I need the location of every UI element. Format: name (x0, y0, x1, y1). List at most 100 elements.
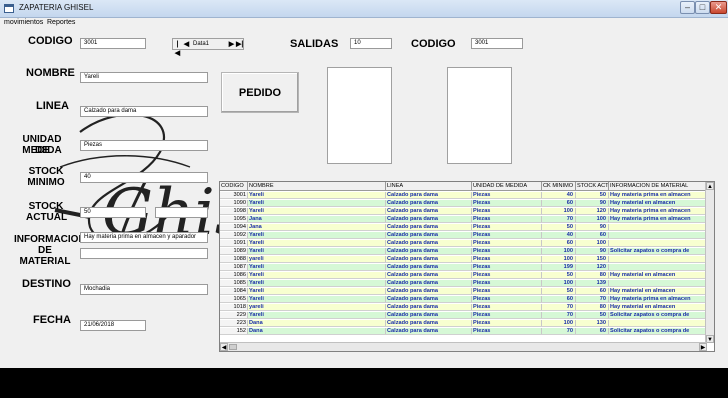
cell-stock-minimo[interactable]: 50 (542, 224, 576, 230)
cell-linea[interactable]: Calzado para dama (386, 240, 472, 246)
table-row[interactable]: 1087 Yareli Calzado para dama Piezas 199 120 (220, 264, 707, 271)
cell-codigo[interactable]: 3001 (220, 192, 248, 198)
cell-stock-actual[interactable]: 90 (576, 224, 609, 230)
table-row[interactable]: 1088 yareli Calzado para dama Piezas 100 150 (220, 256, 707, 263)
cell-unidad[interactable]: Piezas (472, 248, 542, 254)
cell-unidad[interactable]: Piezas (472, 280, 542, 286)
cell-stock-minimo[interactable]: 100 (542, 248, 576, 254)
table-row[interactable]: 3001 Yareli Calzado para dama Piezas 40 50 Hay… (220, 192, 707, 199)
cell-stock-minimo[interactable]: 50 (542, 288, 576, 294)
table-row[interactable]: 1094 Jana Calzado para dama Piezas 50 90 (220, 224, 707, 231)
cell-stock-actual[interactable]: 100 (576, 240, 609, 246)
cell-unidad[interactable]: Piezas (472, 232, 542, 238)
grid-vertical-scrollbar[interactable]: ▲ ▼ (705, 182, 714, 343)
cell-codigo[interactable]: 1095 (220, 216, 248, 222)
stock-actual-field[interactable]: 50 (80, 207, 146, 218)
scroll-thumb[interactable] (229, 344, 237, 350)
cell-linea[interactable]: Calzado para dama (386, 248, 472, 254)
cell-codigo[interactable]: 1098 (220, 208, 248, 214)
table-row[interactable]: 152 Dana Calzado para dama Piezas 70 60 Solici… (220, 328, 707, 335)
cell-stock-actual[interactable]: 80 (576, 272, 609, 278)
table-row[interactable]: 1085 Yareli Calzado para dama Piezas 100 139 (220, 280, 707, 287)
cell-linea[interactable]: Calzado para dama (386, 312, 472, 318)
cell-unidad[interactable]: Piezas (472, 200, 542, 206)
cell-linea[interactable]: Calzado para dama (386, 280, 472, 286)
cell-unidad[interactable]: Piezas (472, 304, 542, 310)
cell-stock-minimo[interactable]: 100 (542, 256, 576, 262)
table-row[interactable]: 229 Yareli Calzado para dama Piezas 70 50 Soli… (220, 312, 707, 319)
codigo-field[interactable]: 3001 (80, 38, 146, 49)
cell-nombre[interactable]: Yareli (248, 272, 386, 278)
table-row[interactable]: 1092 Yareli Calzado para dama Piezas 40 60 (220, 232, 707, 239)
next-record-button[interactable]: ▶ (228, 40, 235, 49)
cell-informacion[interactable] (609, 320, 707, 326)
cell-informacion[interactable]: Hay material en almacen (609, 304, 707, 310)
cell-unidad[interactable]: Piezas (472, 328, 542, 334)
cell-informacion[interactable]: Solicitar zapatos o compra de (609, 328, 707, 334)
column-header-stock-actual[interactable]: STOCK ACT (576, 182, 609, 190)
cell-stock-minimo[interactable]: 70 (542, 312, 576, 318)
cell-stock-actual[interactable]: 50 (576, 312, 609, 318)
cell-informacion[interactable]: Solicitar zapatos o compra de (609, 312, 707, 318)
cell-informacion[interactable]: Hay material en almacen (609, 288, 707, 294)
cell-stock-minimo[interactable]: 199 (542, 264, 576, 270)
cell-unidad[interactable]: Piezas (472, 288, 542, 294)
column-header-codigo[interactable]: CODIGO (220, 182, 248, 190)
cell-stock-actual[interactable]: 100 (576, 216, 609, 222)
cell-informacion[interactable]: Solicitar zapatos o compra de (609, 248, 707, 254)
cell-unidad[interactable]: Piezas (472, 224, 542, 230)
table-row[interactable]: 1018 yareli Calzado para dama Piezas 70 80 Hay… (220, 304, 707, 311)
cell-codigo[interactable]: 1088 (220, 256, 248, 262)
cell-stock-minimo[interactable]: 60 (542, 200, 576, 206)
cell-stock-minimo[interactable]: 70 (542, 328, 576, 334)
table-row[interactable]: 1091 Yareli Calzado para dama Piezas 60 100 (220, 240, 707, 247)
salidas-field[interactable]: 10 (350, 38, 392, 49)
cell-nombre[interactable]: Yareli (248, 232, 386, 238)
cell-stock-actual[interactable]: 60 (576, 232, 609, 238)
cell-stock-actual[interactable]: 60 (576, 328, 609, 334)
cell-codigo[interactable]: 1084 (220, 288, 248, 294)
cell-unidad[interactable]: Piezas (472, 272, 542, 278)
cell-nombre[interactable]: yareli (248, 304, 386, 310)
cell-stock-actual[interactable]: 90 (576, 200, 609, 206)
table-row[interactable]: 1065 Yareli Calzado para dama Piezas 60 70 Hay… (220, 296, 707, 303)
cell-stock-actual[interactable]: 120 (576, 264, 609, 270)
cell-linea[interactable]: Calzado para dama (386, 264, 472, 270)
cell-codigo[interactable]: 1089 (220, 248, 248, 254)
prev-record-button[interactable]: ◀ (183, 40, 190, 49)
cell-informacion[interactable] (609, 256, 707, 262)
cell-nombre[interactable]: Yareli (248, 248, 386, 254)
cell-informacion[interactable]: Hay material en almacen (609, 272, 707, 278)
cell-stock-actual[interactable]: 130 (576, 320, 609, 326)
cell-informacion[interactable] (609, 264, 707, 270)
cell-informacion[interactable]: Hay materia prima en almacen (609, 208, 707, 214)
cell-stock-minimo[interactable]: 100 (542, 280, 576, 286)
cell-unidad[interactable]: Piezas (472, 256, 542, 262)
cell-codigo[interactable]: 1065 (220, 296, 248, 302)
cell-codigo[interactable]: 1018 (220, 304, 248, 310)
cell-linea[interactable]: Calzado para dama (386, 320, 472, 326)
cell-linea[interactable]: Calzado para dama (386, 224, 472, 230)
cell-stock-actual[interactable]: 70 (576, 296, 609, 302)
cell-codigo[interactable]: 1086 (220, 272, 248, 278)
cell-nombre[interactable]: Yareli (248, 288, 386, 294)
last-record-button[interactable]: ▶| (236, 40, 243, 49)
cell-linea[interactable]: Calzado para dama (386, 272, 472, 278)
cell-informacion[interactable]: Hay materia prima en almacen (609, 296, 707, 302)
cell-linea[interactable]: Calzado para dama (386, 328, 472, 334)
stock-minimo-field[interactable]: 40 (80, 172, 208, 183)
minimize-button[interactable]: – (680, 1, 695, 14)
cell-codigo[interactable]: 1094 (220, 224, 248, 230)
cell-nombre[interactable]: Yareli (248, 200, 386, 206)
menu-reportes[interactable]: Reportes (47, 19, 75, 26)
cell-linea[interactable]: Calzado para dama (386, 304, 472, 310)
cell-linea[interactable]: Calzado para dama (386, 208, 472, 214)
cell-stock-actual[interactable]: 90 (576, 248, 609, 254)
cell-nombre[interactable]: Jana (248, 224, 386, 230)
scroll-left-icon[interactable]: ◀ (220, 343, 228, 351)
cell-informacion[interactable]: Hay material en almacen (609, 200, 707, 206)
cell-linea[interactable]: Calzado para dama (386, 288, 472, 294)
cell-unidad[interactable]: Piezas (472, 208, 542, 214)
cell-codigo[interactable]: 1085 (220, 280, 248, 286)
cell-informacion[interactable] (609, 232, 707, 238)
